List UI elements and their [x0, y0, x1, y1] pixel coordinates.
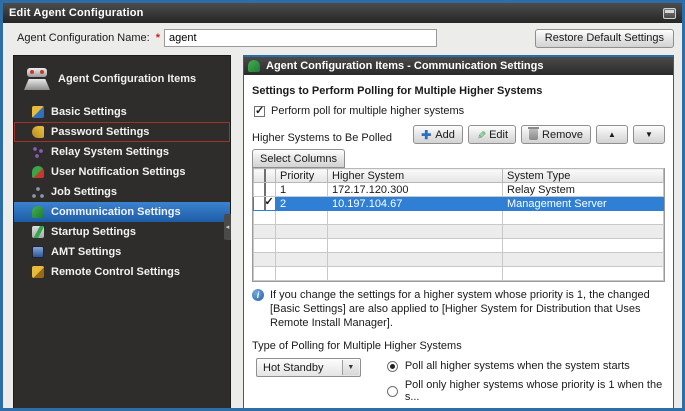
- pencil-icon: ✎: [475, 130, 485, 139]
- radio-poll-priority-1[interactable]: Poll only higher systems whose priority …: [387, 379, 665, 403]
- move-down-button[interactable]: ▼: [633, 125, 665, 144]
- agent-name-label: Agent Configuration Name:: [17, 32, 150, 44]
- remove-button[interactable]: Remove: [521, 125, 591, 144]
- communication-settings-icon: [32, 206, 44, 218]
- row-checkbox[interactable]: [264, 197, 266, 211]
- sidebar-item-amt-settings[interactable]: AMT Settings: [14, 242, 230, 262]
- agent-icon: [24, 68, 50, 90]
- select-all-checkbox[interactable]: [264, 169, 266, 183]
- section-title: Settings to Perform Polling for Multiple…: [252, 85, 665, 97]
- column-header-higher-system[interactable]: Higher System: [328, 169, 503, 183]
- remote-control-settings-icon: [32, 266, 44, 278]
- agent-name-input[interactable]: [164, 29, 437, 47]
- radio-poll-all[interactable]: Poll all higher systems when the system …: [387, 360, 665, 372]
- amt-settings-icon: [32, 246, 44, 258]
- restore-default-settings-button[interactable]: Restore Default Settings: [535, 29, 674, 48]
- sidebar-item-password-settings[interactable]: Password Settings: [14, 122, 230, 142]
- sidebar: Agent Configuration Items Basic Settings…: [13, 55, 231, 411]
- empty-row: [254, 239, 664, 253]
- basic-settings-icon: [32, 106, 44, 118]
- window-title: Edit Agent Configuration: [9, 7, 663, 19]
- edit-agent-configuration-dialog: Edit Agent Configuration Agent Configura…: [0, 0, 685, 411]
- sidebar-item-user-notification-settings[interactable]: User Notification Settings: [14, 162, 230, 182]
- panel-header: Agent Configuration Items - Communicatio…: [244, 57, 673, 75]
- move-up-button[interactable]: ▲: [596, 125, 628, 144]
- sidebar-collapse-handle[interactable]: ◂: [224, 214, 231, 240]
- sidebar-item-relay-system-settings[interactable]: Relay System Settings: [14, 142, 230, 162]
- higher-systems-table: Priority Higher System System Type 1 172…: [252, 168, 665, 282]
- main-area: Agent Configuration Items Basic Settings…: [3, 53, 682, 411]
- empty-row: [254, 267, 664, 281]
- sidebar-item-remote-control-settings[interactable]: Remote Control Settings: [14, 262, 230, 282]
- panel-body: Settings to Perform Polling for Multiple…: [244, 75, 673, 411]
- empty-row: [254, 225, 664, 239]
- perform-poll-checkbox[interactable]: [254, 106, 265, 117]
- chevron-down-icon[interactable]: ▼: [342, 360, 359, 375]
- communication-settings-panel: Agent Configuration Items - Communicatio…: [243, 55, 674, 411]
- higher-systems-label: Higher Systems to Be Polled: [252, 132, 392, 144]
- agent-name-row: Agent Configuration Name: * Restore Defa…: [3, 23, 682, 53]
- titlebar: Edit Agent Configuration: [3, 3, 682, 23]
- select-columns-button[interactable]: Select Columns: [252, 149, 345, 168]
- sidebar-item-startup-settings[interactable]: Startup Settings: [14, 222, 230, 242]
- user-notification-settings-icon: [32, 166, 44, 178]
- job-settings-icon: [32, 186, 44, 198]
- table-row-selected[interactable]: 2 10.197.104.67 Management Server: [254, 197, 664, 211]
- restore-window-icon[interactable]: [663, 8, 676, 19]
- polling-type-label: Type of Polling for Multiple Higher Syst…: [252, 340, 665, 352]
- sidebar-item-communication-settings[interactable]: Communication Settings: [14, 202, 230, 222]
- empty-row: [254, 211, 664, 225]
- info-text: If you change the settings for a higher …: [270, 289, 665, 330]
- row-checkbox[interactable]: [264, 183, 266, 197]
- password-settings-icon: [32, 126, 44, 138]
- polling-type-dropdown[interactable]: Hot Standby ▼: [256, 358, 361, 377]
- column-header-system-type[interactable]: System Type: [503, 169, 664, 183]
- radio-button-selected[interactable]: [387, 361, 398, 372]
- trash-icon: [529, 129, 538, 140]
- sidebar-header-label: Agent Configuration Items: [58, 73, 196, 85]
- communication-settings-icon: [248, 60, 260, 72]
- add-button[interactable]: ✚ Add: [413, 125, 463, 144]
- radio-button[interactable]: [387, 386, 398, 397]
- empty-row: [254, 253, 664, 267]
- perform-poll-label: Perform poll for multiple higher systems: [271, 105, 464, 117]
- sidebar-item-basic-settings[interactable]: Basic Settings: [14, 102, 230, 122]
- column-header-priority[interactable]: Priority: [276, 169, 328, 183]
- sidebar-item-job-settings[interactable]: Job Settings: [14, 182, 230, 202]
- panel-header-label: Agent Configuration Items - Communicatio…: [266, 60, 543, 72]
- edit-button[interactable]: ✎ Edit: [468, 125, 516, 144]
- table-row[interactable]: 1 172.17.120.300 Relay System: [254, 183, 664, 197]
- startup-settings-icon: [32, 226, 44, 238]
- relay-system-settings-icon: [32, 146, 44, 158]
- polling-radio-group: Poll all higher systems when the system …: [387, 358, 665, 411]
- table-header-row: Priority Higher System System Type: [254, 169, 664, 183]
- required-asterisk: *: [156, 32, 160, 44]
- sidebar-header: Agent Configuration Items: [14, 62, 230, 102]
- plus-icon: ✚: [421, 130, 431, 140]
- info-icon: i: [252, 289, 264, 301]
